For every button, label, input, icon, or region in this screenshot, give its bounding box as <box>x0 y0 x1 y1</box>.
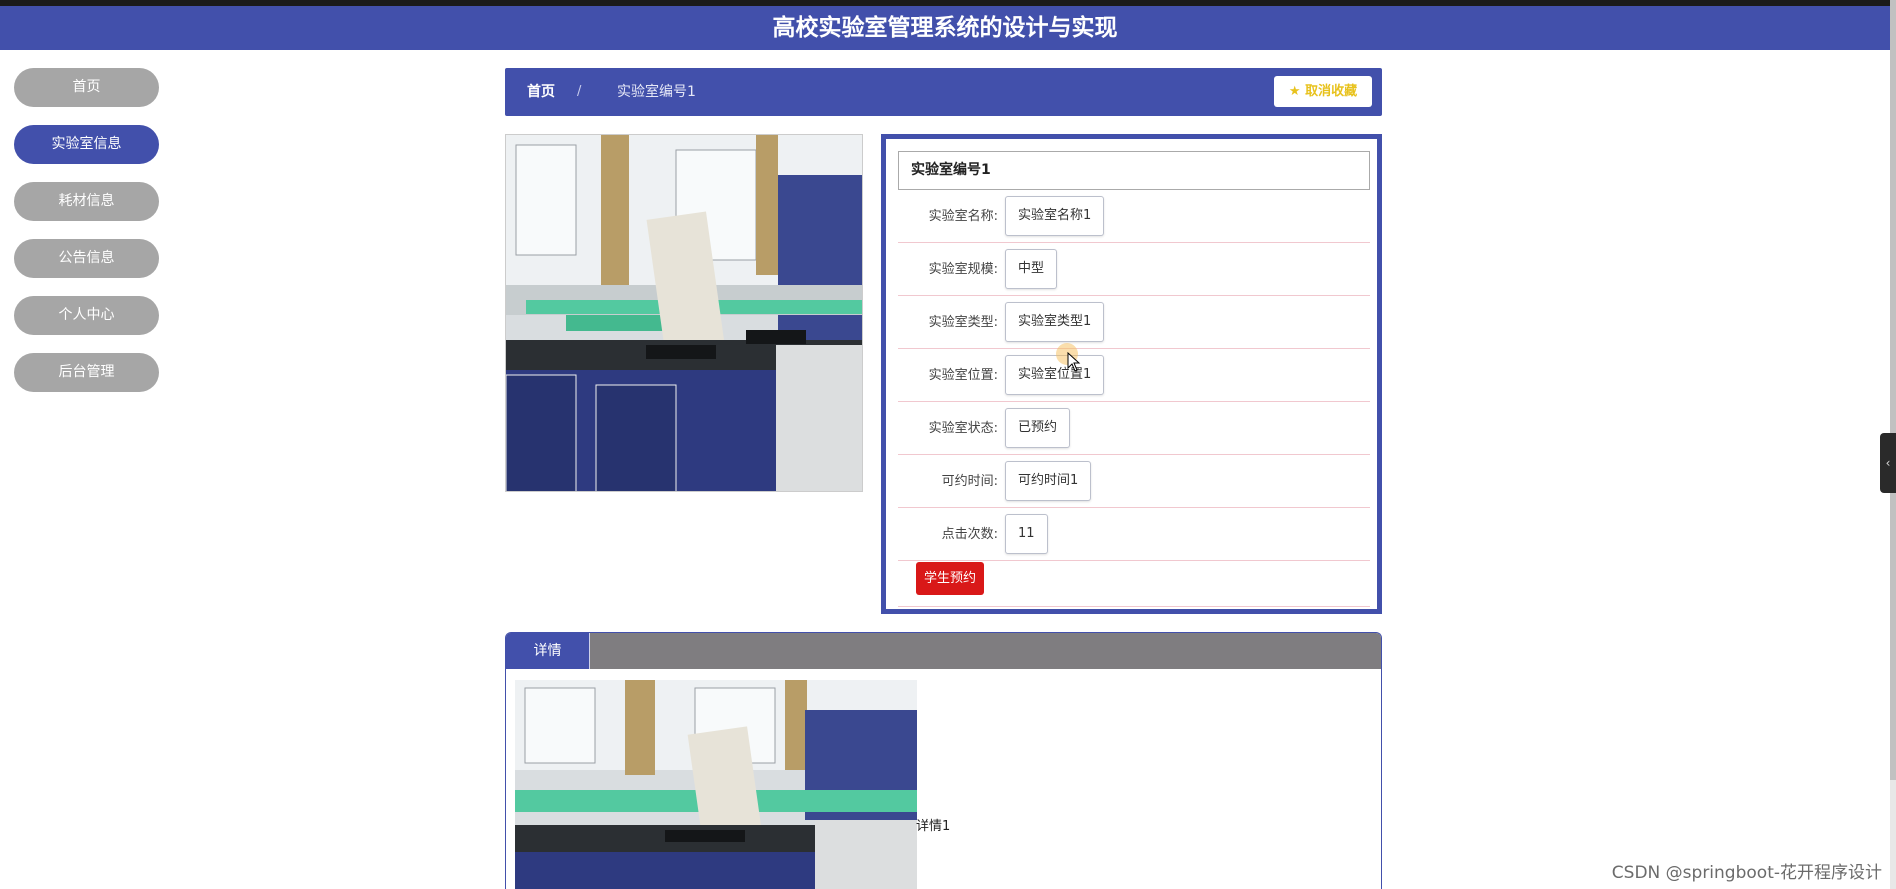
info-label: 实验室名称: <box>928 209 998 224</box>
info-label: 实验室规模: <box>928 262 998 277</box>
info-row-scale: 实验室规模: 中型 <box>898 243 1370 296</box>
info-label: 实验室位置: <box>928 368 998 383</box>
unfavorite-label: 取消收藏 <box>1305 84 1358 99</box>
detail-section: 详情 详情1 <box>505 632 1382 889</box>
info-label: 实验室状态: <box>928 421 998 436</box>
tab-detail[interactable]: 详情 <box>506 633 590 669</box>
info-row-click-count: 点击次数: 11 <box>898 508 1370 561</box>
divider <box>898 606 1370 607</box>
breadcrumb-home-link[interactable]: 首页 <box>527 68 555 116</box>
breadcrumb-current: 实验室编号1 <box>617 84 696 100</box>
info-row-status: 实验室状态: 已预约 <box>898 402 1370 455</box>
info-value: 实验室名称1 <box>1005 196 1105 236</box>
site-title: 高校实验室管理系统的设计与实现 <box>772 15 1118 41</box>
side-panel-toggle[interactable]: ‹ <box>1880 433 1896 493</box>
info-row-name: 实验室名称: 实验室名称1 <box>898 190 1370 243</box>
mouse-cursor-icon <box>1067 352 1081 372</box>
lab-info-title: 实验室编号1 <box>898 151 1370 190</box>
sidebar-item-home[interactable]: 首页 <box>14 68 159 107</box>
detail-photo-illustration <box>515 680 917 889</box>
unfavorite-button[interactable]: ★ 取消收藏 <box>1274 76 1372 107</box>
scrollbar-thumb[interactable] <box>1890 0 1896 780</box>
info-value: 11 <box>1005 514 1048 554</box>
info-row-location: 实验室位置: 实验室位置1 <box>898 349 1370 402</box>
info-row-type: 实验室类型: 实验室类型1 <box>898 296 1370 349</box>
info-row-available-time: 可约时间: 可约时间1 <box>898 455 1370 508</box>
info-label: 实验室类型: <box>928 315 998 330</box>
lab-photo-illustration <box>506 135 862 491</box>
info-label: 可约时间: <box>941 474 998 489</box>
star-icon: ★ <box>1288 84 1301 99</box>
lab-photo <box>505 134 863 492</box>
sidebar-item-admin[interactable]: 后台管理 <box>14 353 159 392</box>
info-value: 可约时间1 <box>1005 461 1092 501</box>
student-reserve-button[interactable]: 学生预约 <box>916 562 984 595</box>
sidebar-nav: 首页 实验室信息 耗材信息 公告信息 个人中心 后台管理 <box>14 68 159 410</box>
breadcrumb: 首页 / 实验室编号1 ★ 取消收藏 <box>505 68 1382 116</box>
sidebar-item-announcements[interactable]: 公告信息 <box>14 239 159 278</box>
detail-tab-strip: 详情 <box>506 633 1381 669</box>
sidebar-item-consumables[interactable]: 耗材信息 <box>14 182 159 221</box>
watermark: CSDN @springboot-花开程序设计 <box>1611 863 1882 883</box>
site-header: 高校实验室管理系统的设计与实现 <box>0 6 1890 50</box>
lab-info-panel: 实验室编号1 实验室名称: 实验室名称1 实验室规模: 中型 实验室类型: 实验… <box>881 134 1382 614</box>
info-value: 实验室位置1 <box>1005 355 1105 395</box>
detail-photo <box>515 680 917 889</box>
info-value: 实验室类型1 <box>1005 302 1105 342</box>
info-value: 已预约 <box>1005 408 1071 448</box>
chevron-left-icon: ‹ <box>1885 456 1891 470</box>
sidebar-item-personal-center[interactable]: 个人中心 <box>14 296 159 335</box>
detail-text: 详情1 <box>916 819 951 834</box>
info-label: 点击次数: <box>941 527 998 542</box>
sidebar-item-lab-info[interactable]: 实验室信息 <box>14 125 159 164</box>
info-value: 中型 <box>1005 249 1058 289</box>
breadcrumb-separator: / <box>577 84 582 99</box>
